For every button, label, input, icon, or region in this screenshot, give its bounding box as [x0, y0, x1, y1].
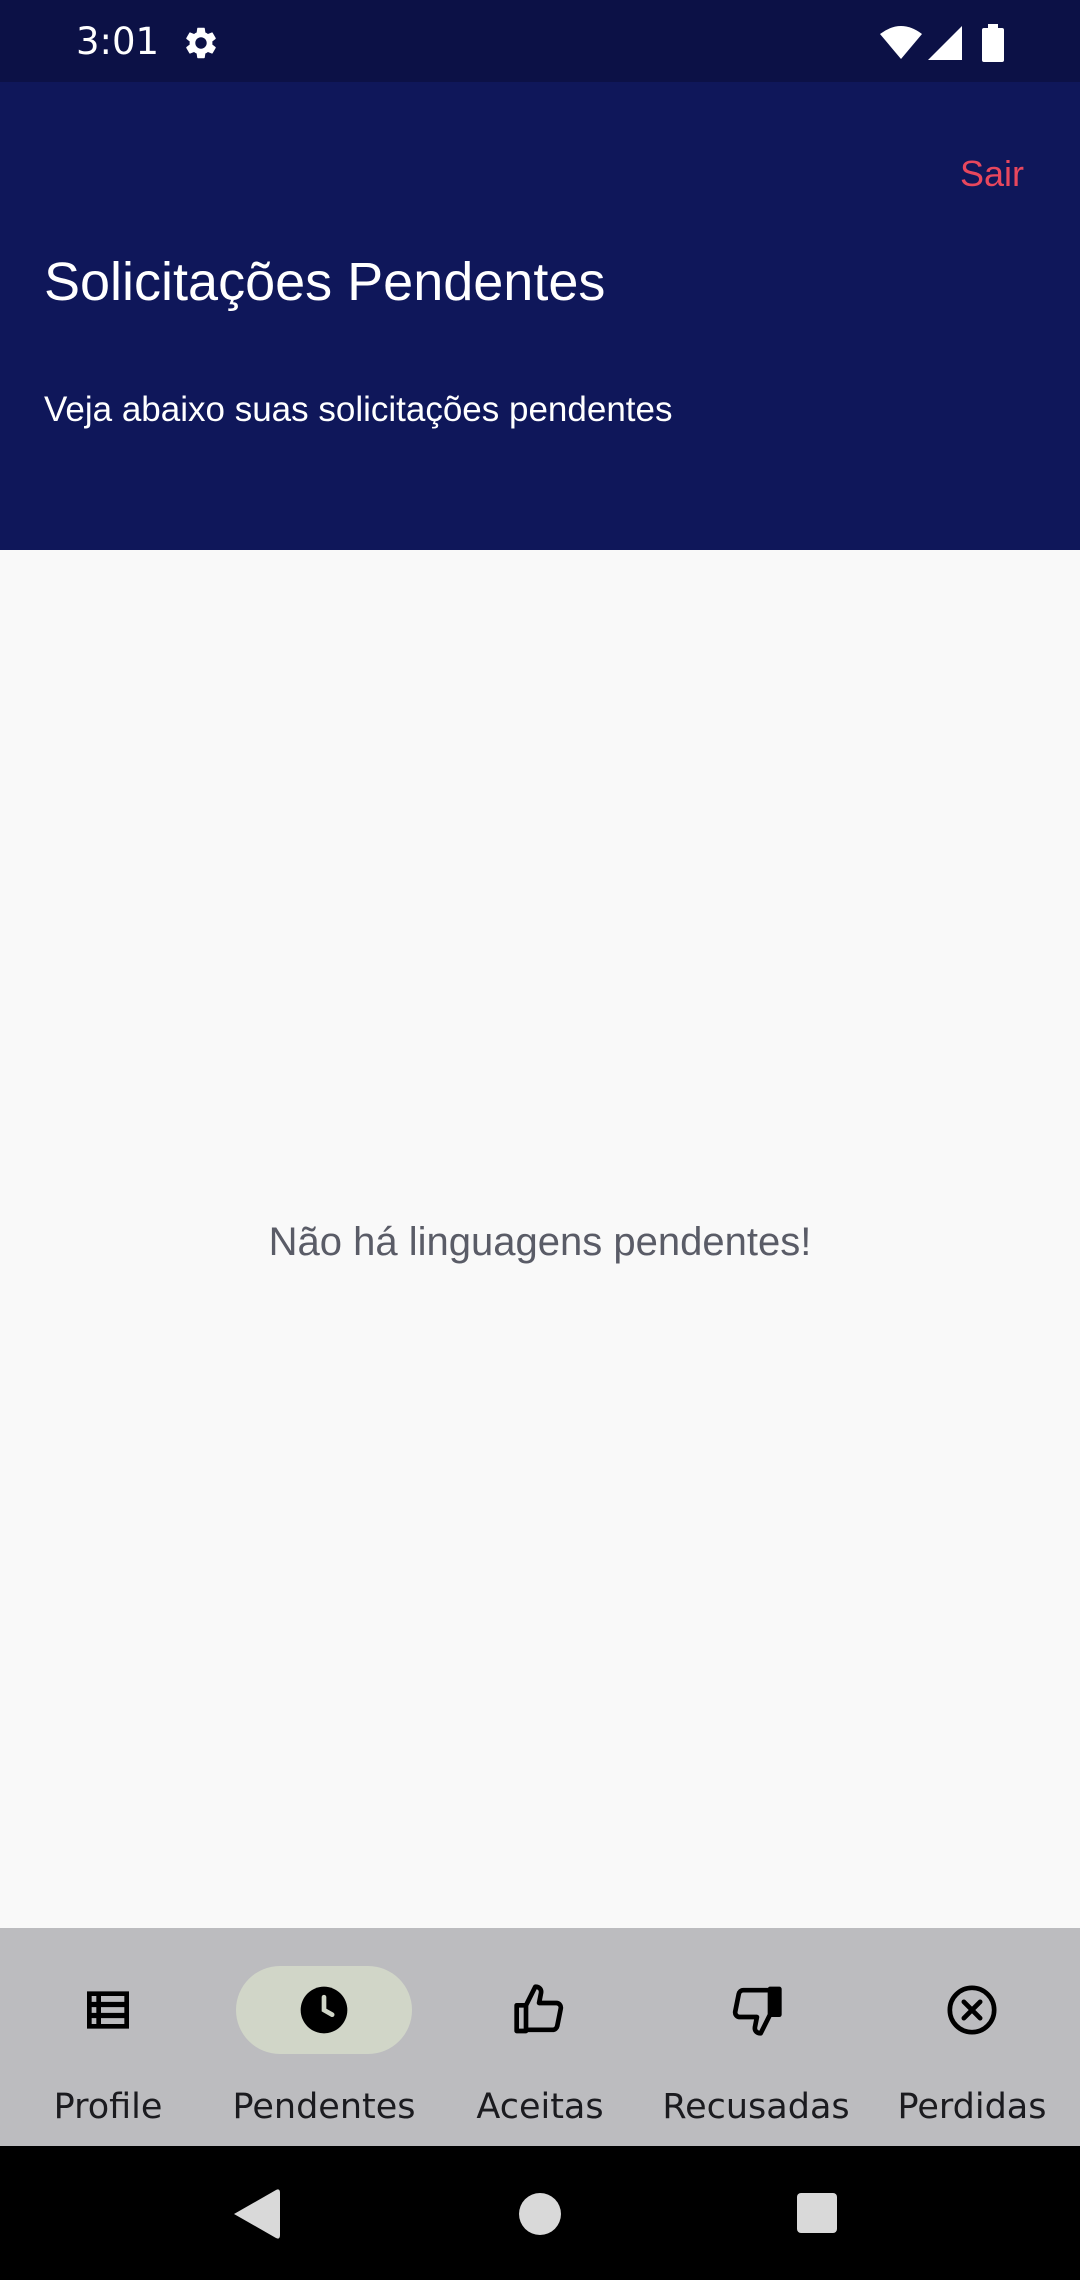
- nav-item-pendentes[interactable]: Pendentes: [216, 1928, 432, 2146]
- cancel-circle-icon: [944, 1982, 1000, 2038]
- thumbs-up-icon: [512, 1982, 568, 2038]
- nav-item-profile[interactable]: Profile: [0, 1928, 216, 2146]
- wifi-icon: [880, 26, 922, 60]
- system-navigation-bar: [0, 2146, 1080, 2280]
- clock-icon: [296, 1982, 352, 2038]
- nav-label: Perdidas: [897, 2087, 1047, 2127]
- settings-gear-icon: [182, 24, 220, 62]
- bottom-navigation: Profile Pendentes Aceitas Recusadas Perd…: [0, 1928, 1080, 2146]
- home-icon[interactable]: [518, 2192, 562, 2236]
- page-title: Solicitações Pendentes: [44, 252, 606, 312]
- list-icon: [80, 1982, 136, 2038]
- nav-item-perdidas[interactable]: Perdidas: [864, 1928, 1080, 2146]
- page-header: Sair Solicitações Pendentes Veja abaixo …: [0, 82, 1080, 550]
- battery-icon: [982, 24, 1004, 62]
- logout-button[interactable]: Sair: [960, 152, 1024, 196]
- recents-icon[interactable]: [796, 2192, 838, 2234]
- empty-state-message: Não há linguagens pendentes!: [268, 1220, 812, 1264]
- nav-item-recusadas[interactable]: Recusadas: [648, 1928, 864, 2146]
- status-bar: 3:01: [0, 0, 1080, 82]
- nav-item-aceitas[interactable]: Aceitas: [432, 1928, 648, 2146]
- cell-signal-icon: [928, 26, 962, 60]
- thumbs-down-icon: [728, 1982, 784, 2038]
- page-subtitle: Veja abaixo suas solicitações pendentes: [44, 390, 673, 429]
- back-icon[interactable]: [234, 2188, 282, 2240]
- status-time: 3:01: [76, 20, 160, 63]
- main-content: Não há linguagens pendentes!: [0, 550, 1080, 1928]
